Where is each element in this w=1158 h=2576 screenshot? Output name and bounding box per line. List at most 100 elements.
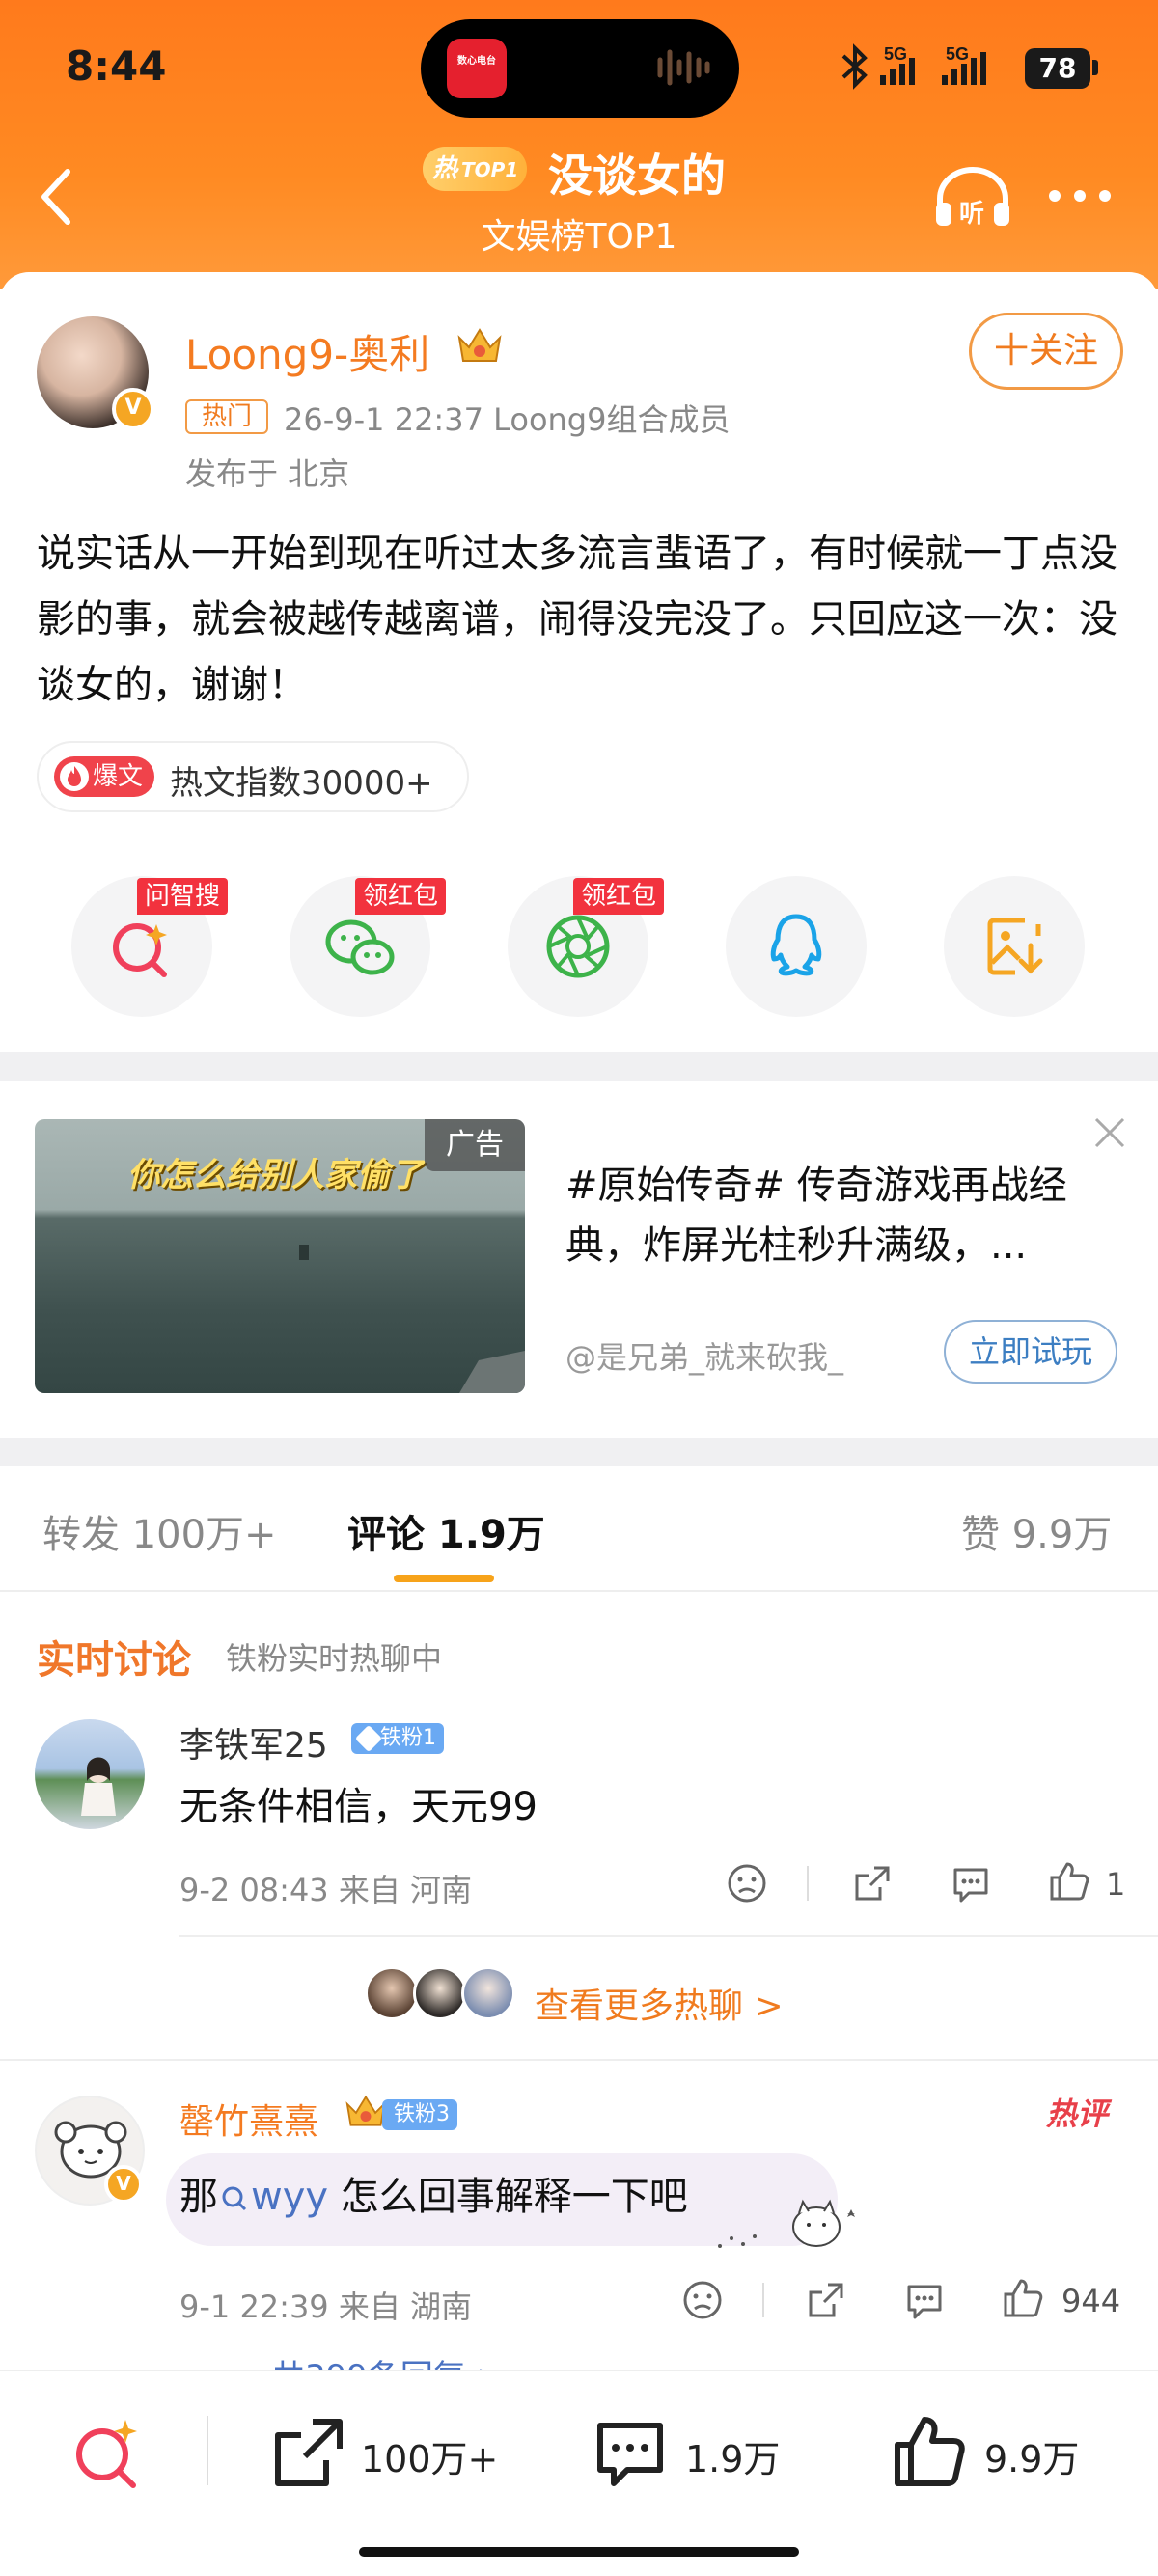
ai-search-button[interactable] <box>66 2412 147 2493</box>
hot-review-label: 热评 <box>1046 2096 1109 2132</box>
battery-tip <box>1092 60 1098 75</box>
post-location: 发布于 北京 <box>185 455 350 492</box>
like-icon[interactable] <box>1002 2277 1044 2319</box>
like-count: 944 <box>1062 2283 1121 2319</box>
svg-text:听: 听 <box>959 200 984 228</box>
island-app-icon[interactable]: 数心电台 <box>447 39 507 98</box>
live-discussion-subtitle: 铁粉实时热聊中 <box>226 1640 443 1677</box>
comment-author[interactable]: 李铁军25 <box>179 1717 328 1768</box>
avatar <box>413 1966 467 2020</box>
comment-text: 无条件相信，天元99 <box>179 1785 538 1829</box>
page-title: 没谈女的 <box>548 150 726 202</box>
qq-icon <box>770 914 822 976</box>
post-text: 说实话从一开始到现在听过太多流言蜚语了，有时候就一丁点没影的事，就会被越传越离谱… <box>37 532 1117 707</box>
see-more-hot-chats-link[interactable]: 查看更多热聊 > <box>535 1978 784 2028</box>
save-image-share-button[interactable] <box>944 876 1085 1017</box>
fan-badge: 铁粉1 <box>351 1723 444 1754</box>
comment-meta: 9-2 08:43 来自 河南 <box>179 1872 473 1908</box>
share-tag-ai: 问智搜 <box>137 878 229 915</box>
username[interactable]: Loong9-奥利 <box>185 322 429 381</box>
svg-text:5G: 5G <box>946 44 969 64</box>
page-subtitle[interactable]: 文娱榜TOP1 <box>473 208 685 259</box>
comment-text-suffix: 怎么回事解释一下吧 <box>328 2175 688 2219</box>
diamond-icon <box>354 1724 383 1753</box>
hot-rank-badge: 热 TOP1 <box>423 147 527 191</box>
live-discussion-title: 实时讨论 <box>37 1638 191 1683</box>
comment-author[interactable]: 罄竹熹熹 <box>179 2094 318 2144</box>
search-link-text: wyy <box>251 2175 329 2219</box>
audio-wave-icon <box>656 46 710 89</box>
comment-text: 那 wyy 怎么回事解释一下吧 <box>179 2165 688 2221</box>
verified-badge-icon: V <box>112 388 154 430</box>
search-link[interactable]: wyy <box>218 2175 328 2219</box>
avatar <box>365 1966 419 2020</box>
home-indicator[interactable] <box>359 2547 799 2557</box>
follow-button[interactable]: 十关注 <box>969 313 1123 390</box>
like-count: 1 <box>1106 1866 1126 1903</box>
ad-label: 广告 <box>425 1119 525 1171</box>
like-icon[interactable] <box>1048 1860 1090 1903</box>
like-count[interactable]: 9.9万 <box>984 2429 1079 2482</box>
battery-indicator: 78 <box>1025 48 1090 89</box>
comment-icon[interactable] <box>903 2279 946 2321</box>
listen-button[interactable]: 听 <box>932 166 1013 228</box>
section-separator <box>0 1438 1158 1466</box>
divider <box>807 1866 809 1901</box>
close-icon <box>1094 1117 1125 1148</box>
search-spark-icon <box>76 2420 137 2488</box>
hot-tag: 热门 <box>185 399 268 434</box>
verified-badge-icon: V <box>104 2165 143 2204</box>
repost-icon[interactable] <box>270 2416 345 2491</box>
comment-text-prefix: 那 <box>179 2175 218 2219</box>
more-dots-icon <box>1049 190 1111 202</box>
comment-icon[interactable] <box>593 2416 668 2491</box>
ad-image-caption: 你怎么给别人家偷了 <box>127 1156 423 1194</box>
ad-source[interactable]: @是兄弟_就来砍我_ <box>565 1333 843 1378</box>
post-meta: 26-9-1 22:37 Loong9组合成员 <box>284 401 731 438</box>
comment-count[interactable]: 1.9万 <box>685 2429 780 2482</box>
share-icon[interactable] <box>805 2279 847 2321</box>
share-icon[interactable] <box>851 1862 894 1905</box>
island-app-label: 数心电台 <box>457 56 496 67</box>
divider <box>0 2059 1158 2061</box>
divider <box>0 1590 1158 1592</box>
heat-index-text: 热文指数30000+ <box>170 764 433 803</box>
save-image-icon <box>987 918 1043 975</box>
qq-share-button[interactable] <box>726 876 867 1017</box>
section-separator <box>0 1052 1158 1081</box>
status-icons: 5G 5G <box>840 39 1013 93</box>
chevron-left-icon <box>41 169 70 225</box>
fan-badge: 铁粉3 <box>382 2099 457 2130</box>
repost-count[interactable]: 100万+ <box>361 2429 498 2482</box>
share-tag-wechat: 领红包 <box>355 878 447 915</box>
headphones-icon: 听 <box>936 167 1009 228</box>
fan-badge-label: 铁粉1 <box>380 1726 436 1750</box>
tab-likes[interactable]: 赞 9.9万 <box>961 1503 1112 1559</box>
cat-sticker-icon <box>714 2180 859 2258</box>
ad-title[interactable]: #原始传奇# 传奇游戏再战经典，炸屏光柱秒升满级，... <box>565 1156 1125 1275</box>
status-time: 8:44 <box>66 42 167 90</box>
tab-indicator <box>394 1575 494 1582</box>
svg-text:5G: 5G <box>884 44 907 64</box>
search-icon <box>222 2186 247 2211</box>
like-icon[interactable] <box>892 2414 967 2489</box>
tab-comments[interactable]: 评论 1.9万 <box>347 1503 545 1559</box>
tab-repost[interactable]: 转发 100万+ <box>42 1503 277 1559</box>
divider <box>762 2283 764 2317</box>
ad-close-button[interactable] <box>1092 1115 1127 1150</box>
divider <box>207 2416 208 2485</box>
ad-try-button[interactable]: 立即试玩 <box>944 1320 1117 1384</box>
avatar[interactable] <box>35 1719 145 1829</box>
hot-char: 热 <box>432 154 458 183</box>
back-button[interactable] <box>37 166 75 228</box>
dislike-icon[interactable] <box>726 1862 768 1905</box>
comment-icon[interactable] <box>950 1862 992 1905</box>
comment-meta: 9-1 22:39 来自 湖南 <box>179 2288 473 2325</box>
dislike-icon[interactable] <box>681 2279 724 2321</box>
crown-icon[interactable] <box>454 324 506 369</box>
avatar <box>461 1966 515 2020</box>
share-tag-moments: 领红包 <box>573 878 665 915</box>
hot-rank: TOP1 <box>461 158 519 181</box>
flame-icon <box>60 762 89 791</box>
more-button[interactable] <box>1048 189 1112 203</box>
